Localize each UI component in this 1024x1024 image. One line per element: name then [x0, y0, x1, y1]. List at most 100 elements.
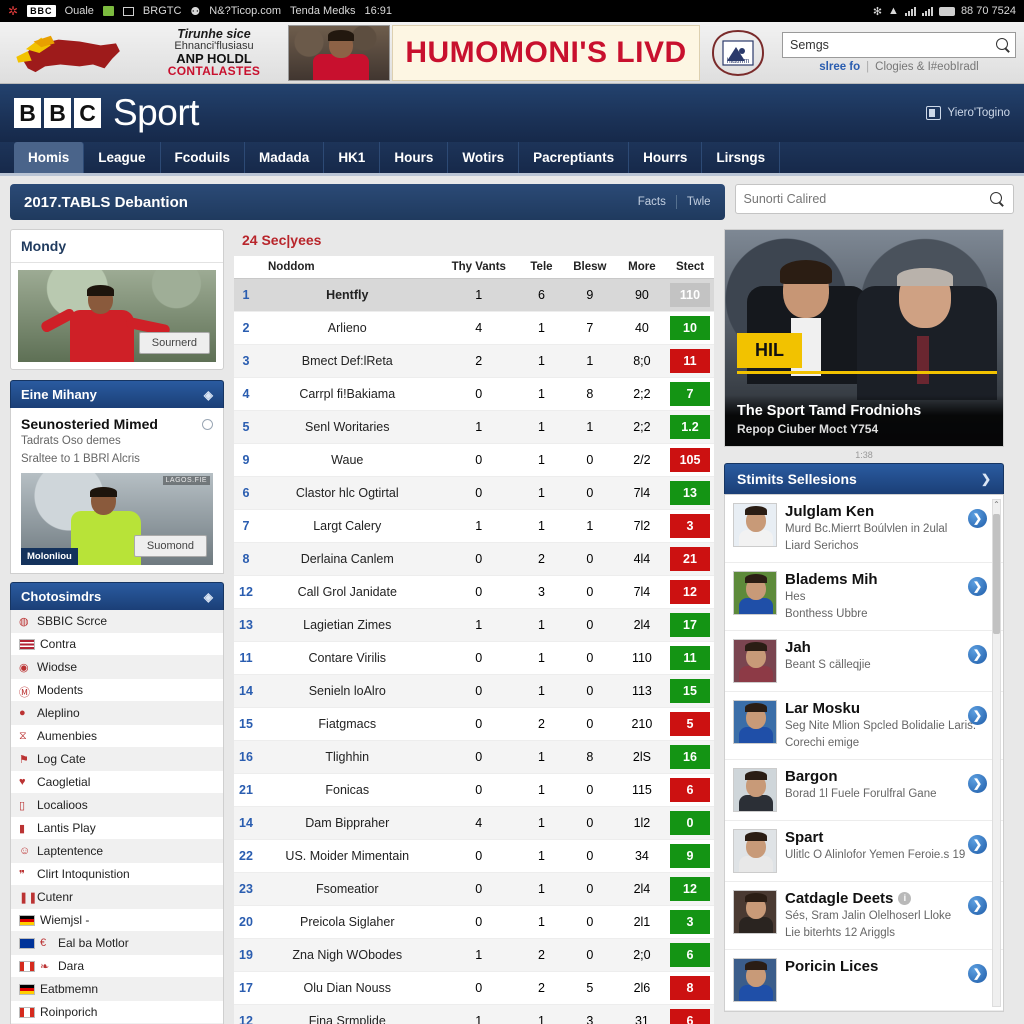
list-item[interactable]: Wiemjsl -	[11, 909, 223, 933]
mihany-headline-block[interactable]: Seunosteried Mimed Tadrats Oso demes Sra…	[10, 408, 224, 575]
table-row[interactable]: 12 Fina Srmplide 1 1 3 31 6	[234, 1004, 714, 1024]
nav-tab-3[interactable]: Madada	[245, 142, 325, 173]
table-row[interactable]: 16 Tlighhin 0 1 8 2lS 16	[234, 740, 714, 774]
advert-search-area[interactable]: slree fo | Clogies & I#eobIradl	[774, 32, 1024, 73]
chevron-right-icon[interactable]: ◈	[204, 388, 213, 402]
list-item[interactable]: € Eal ba Motlor	[11, 932, 223, 956]
search-icon[interactable]	[990, 191, 1005, 207]
featured-photo-2[interactable]: LAGOS.FIE Molonliou Suomond	[21, 473, 213, 566]
table-row[interactable]: 3 Bmect Def:lReta 2 1 1 8;0 11	[234, 344, 714, 378]
chotosimdrs-list[interactable]: ◍ SBBIC Scrce Contra ◉ Wiodse Ⓜ Modents ● Alepli…	[10, 610, 224, 1024]
photo1-play-button[interactable]: Sournerd	[138, 332, 210, 354]
th-col4[interactable]: More	[617, 256, 666, 279]
nav-tab-5[interactable]: Hours	[380, 142, 449, 173]
page-link-table[interactable]: Twle	[687, 196, 711, 208]
th-col2[interactable]: Tele	[521, 256, 562, 279]
list-item[interactable]: ❧ Dara	[11, 955, 223, 979]
advert-link-primary[interactable]: slree fo	[819, 61, 860, 73]
th-col3[interactable]: Blesw	[561, 256, 618, 279]
scroll-up-icon[interactable]: ⌃	[993, 500, 1000, 509]
table-row[interactable]: 2 Arlieno 4 1 7 40 10	[234, 311, 714, 345]
list-item[interactable]: ⧖ Aumenbies	[11, 725, 223, 749]
masthead-account-link[interactable]: Yiero'Togino	[926, 106, 1010, 120]
selection-arrow-button[interactable]: ❯	[968, 509, 987, 528]
page-link-facts[interactable]: Facts	[638, 196, 666, 208]
th-badge[interactable]: Stect	[666, 256, 714, 279]
list-item[interactable]: Bargon Borad 1l Fuele Forulfral Gane ❯	[725, 760, 1003, 821]
featured-photo-1[interactable]: Sournerd	[18, 270, 216, 362]
th-team[interactable]: Noddom	[258, 256, 437, 279]
nav-tab-1[interactable]: League	[84, 142, 161, 173]
advert-links[interactable]: slree fo | Clogies & I#eobIradl	[782, 61, 1016, 73]
list-item[interactable]: ♥ Caogletial	[11, 771, 223, 795]
standings-table[interactable]: Noddom Thy Vants Tele Blesw More Stect 1…	[234, 256, 714, 1024]
mihany-section-header[interactable]: Eine Mihany ◈	[10, 380, 224, 408]
table-row[interactable]: 7 Largt Calery 1 1 1 7l2 3	[234, 509, 714, 543]
nav-tab-4[interactable]: HK1	[324, 142, 381, 173]
table-row[interactable]: 22 US. Moider Mimentain 0 1 0 34 9	[234, 839, 714, 873]
table-row[interactable]: 21 Fonicas 0 1 0 115 6	[234, 773, 714, 807]
advert-link-secondary[interactable]: Clogies & I#eobIradl	[875, 61, 979, 73]
list-item[interactable]: ▮ Lantis Play	[11, 817, 223, 841]
list-item[interactable]: Jah Beant S cälleqjie ❯	[725, 631, 1003, 692]
table-row[interactable]: 9 Waue 0 1 0 2/2 105	[234, 443, 714, 477]
advert-banner[interactable]: Tirunhe sice Ehnanci'flusiasu ANP HOLDL …	[0, 22, 1024, 84]
selection-arrow-button[interactable]: ❯	[968, 576, 987, 596]
table-row[interactable]: 14 Senieln loAlro 0 1 0 113 15	[234, 674, 714, 708]
nav-tab-9[interactable]: Lirsngs	[702, 142, 781, 173]
table-row[interactable]: 17 Olu Dian Nouss 0 2 5 2l6 8	[234, 971, 714, 1005]
list-item[interactable]: Ⓜ Modents	[11, 679, 223, 703]
site-search-input[interactable]	[743, 192, 990, 206]
chevron-right-icon[interactable]: ❯	[981, 472, 991, 486]
list-item[interactable]: Lar Mosku Seg Nite Mlion Spcled Bolidalie…	[725, 692, 1003, 760]
table-row[interactable]: 19 Zna Nigh WObodes 1 2 0 2;0 6	[234, 938, 714, 972]
selections-list[interactable]: Julglam Ken Murd Bc.Mierrt Boúlvlen in 2u…	[724, 494, 1004, 1012]
scrollbar-thumb[interactable]	[993, 514, 1000, 634]
bbc-logo[interactable]: B B C	[14, 98, 101, 128]
list-item[interactable]: ❞ Clirt Intoqunistion	[11, 863, 223, 887]
list-item[interactable]: Bladems Mih Hes Bonthess Ubbre ❯	[725, 563, 1003, 631]
th-col1[interactable]: Thy Vants	[436, 256, 522, 279]
list-item[interactable]: Julglam Ken Murd Bc.Mierrt Boúlvlen in 2u…	[725, 495, 1003, 563]
search-icon[interactable]	[996, 37, 1011, 53]
list-item[interactable]: ◉ Wiodse	[11, 656, 223, 680]
nav-tab-6[interactable]: Wotirs	[448, 142, 520, 173]
table-row[interactable]: 1 Hentfly 1 6 9 90 110	[234, 278, 714, 312]
list-item[interactable]: Catdagle Deets i Sés, Sram Jalin Olelhoser…	[725, 882, 1003, 950]
selection-arrow-button[interactable]: ❯	[968, 963, 987, 983]
nav-tab-7[interactable]: Pacreptiants	[519, 142, 630, 173]
chotosimdrs-header[interactable]: Chotosimdrs ◈	[10, 582, 224, 611]
table-row[interactable]: 11 Contare Virilis 0 1 0 110 11	[234, 641, 714, 675]
selections-header[interactable]: Stimits Sellesions ❯	[724, 463, 1004, 494]
advert-search-box[interactable]	[782, 32, 1016, 58]
list-item[interactable]: ◍ SBBIC Scrce	[11, 610, 223, 634]
list-item[interactable]: Spart Ulitlc O Alinlofor Yemen Feroie.s 1…	[725, 821, 1003, 882]
list-item[interactable]: Poricin Lices ❯	[725, 950, 1003, 1011]
table-row[interactable]: 23 Fsomeatior 0 1 0 2l4 12	[234, 872, 714, 906]
nav-tab-8[interactable]: Hourrs	[629, 142, 703, 173]
table-row[interactable]: 6 Clastor hlc Ogtirtal 0 1 0 7l4 13	[234, 476, 714, 510]
advert-search-input[interactable]	[790, 38, 996, 52]
th-position[interactable]	[234, 256, 258, 279]
list-item[interactable]: ● Aleplino	[11, 702, 223, 726]
selection-arrow-button[interactable]: ❯	[968, 705, 987, 725]
list-item[interactable]: ❚❚ Cutenr	[11, 886, 223, 910]
table-row[interactable]: 4 Carrpl fi!Bakiama 0 1 8 2;2 7	[234, 377, 714, 411]
selections-scrollbar[interactable]: ⌃	[992, 499, 1001, 1007]
list-item[interactable]: Eatbmemn	[11, 978, 223, 1002]
list-item[interactable]: ▯ Localioos	[11, 794, 223, 818]
selection-arrow-button[interactable]: ❯	[968, 773, 987, 793]
table-row[interactable]: 13 Lagietian Zimes 1 1 0 2l4 17	[234, 608, 714, 642]
list-item[interactable]: ☺ Laptentence	[11, 840, 223, 864]
selection-arrow-button[interactable]: ❯	[968, 644, 987, 664]
table-row[interactable]: 8 Derlaina Canlem 0 2 0 4l4 21	[234, 542, 714, 576]
photo2-play-button[interactable]: Suomond	[133, 535, 207, 558]
site-search-bar[interactable]	[734, 184, 1014, 214]
nav-tab-0[interactable]: Homis	[14, 142, 85, 173]
nav-tab-2[interactable]: Fcoduils	[161, 142, 246, 173]
chevron-right-icon[interactable]: ◈	[204, 590, 213, 604]
promo-video-card[interactable]: HIL The Sport Tamd Frodniohs Repop Ciube…	[724, 229, 1004, 447]
table-row[interactable]: 15 Fiatgmacs 0 2 0 210 5	[234, 707, 714, 741]
primary-navigation[interactable]: Homis League Fcoduils Madada HK1 Hours W…	[0, 142, 1024, 176]
table-row[interactable]: 5 Senl Woritaries 1 1 1 2;2 1.2	[234, 410, 714, 444]
